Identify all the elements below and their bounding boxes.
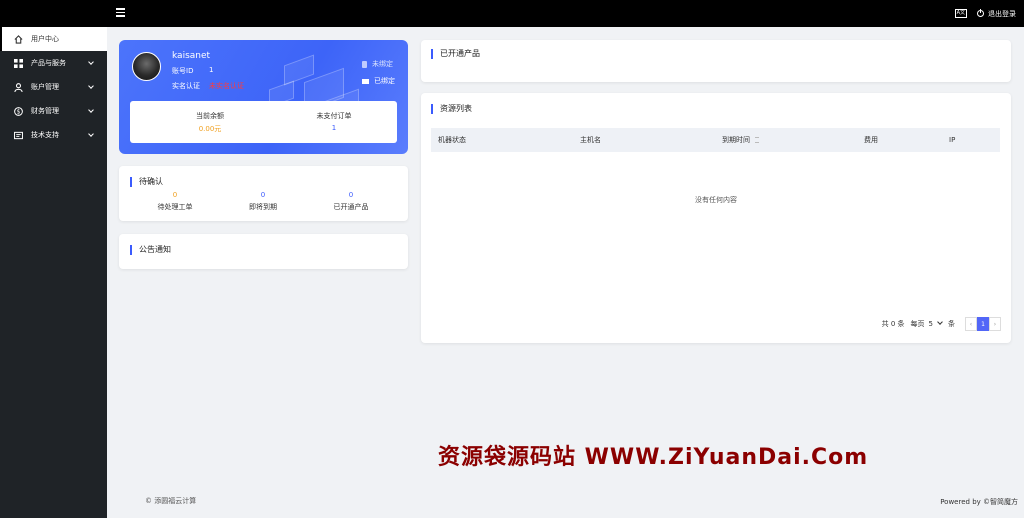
- sidebar-item-support[interactable]: 技术支持: [0, 123, 107, 147]
- todo-item-expiring[interactable]: 0 即将到期: [223, 191, 303, 212]
- grid-icon: [14, 58, 23, 68]
- resource-list-card: 资源列表 机器状态 主机名 到期时间 费用 IP 没有任何内容 共 0 条 每页…: [421, 93, 1011, 343]
- sidebar-item-label: 产品与服务: [31, 59, 66, 67]
- todo-title: 待确认: [130, 177, 163, 187]
- table-header: 机器状态 主机名 到期时间 费用 IP: [431, 128, 1000, 152]
- sidebar-item-label: 用户中心: [31, 35, 59, 43]
- phone-icon: [362, 60, 367, 68]
- sidebar-item-label: 财务管理: [31, 107, 59, 115]
- mail-icon: [362, 78, 369, 84]
- avatar[interactable]: [132, 52, 161, 81]
- column-header-fee: 费用: [864, 136, 878, 144]
- sidebar-item-finance[interactable]: $ 财务管理: [0, 99, 107, 123]
- chevron-down-icon[interactable]: [937, 319, 943, 325]
- current-page-button[interactable]: 1: [977, 317, 989, 331]
- todo-item-tickets[interactable]: 0 待处理工单: [135, 191, 215, 212]
- sidebar-item-account[interactable]: 账户管理: [0, 75, 107, 99]
- sidebar-item-label: 账户管理: [31, 83, 59, 91]
- account-id-label: 账号ID: [172, 67, 194, 75]
- sidebar-item-label: 技术支持: [31, 131, 59, 139]
- column-header-status: 机器状态: [438, 136, 466, 144]
- watermark: 资源袋源码站 WWW.ZiYuanDai.Com: [438, 445, 869, 470]
- email-bind-status[interactable]: 已绑定: [362, 76, 395, 86]
- sidebar-item-user-center[interactable]: 用户中心: [0, 27, 107, 51]
- chevron-down-icon: [88, 131, 94, 137]
- account-id-value: 1: [209, 66, 214, 74]
- column-header-expiry-label: 到期时间: [722, 136, 750, 144]
- notice-card: 公告通知: [119, 234, 408, 269]
- ticket-icon: [14, 131, 23, 139]
- per-page-unit: 条: [948, 320, 955, 328]
- balance-stat: 当前余额 0.00元: [160, 111, 260, 134]
- todo-value: 0: [172, 191, 178, 199]
- per-page-label: 每页: [910, 320, 925, 328]
- pagination: 共 0 条 每页 5 条 ‹ 1 ›: [882, 317, 1001, 331]
- todo-card: 待确认 0 待处理工单 0 即将到期 0 已开通产品: [119, 166, 408, 221]
- unpaid-value: 1: [331, 124, 337, 132]
- unpaid-stat[interactable]: 未支付订单 1: [284, 111, 384, 132]
- footer-powered-by[interactable]: Powered by ©智简魔方: [940, 497, 1018, 507]
- unpaid-label: 未支付订单: [316, 112, 352, 120]
- dollar-icon: $: [14, 106, 23, 116]
- footer-copyright: © 添圆福云计算: [145, 497, 197, 505]
- per-page-select[interactable]: 5: [929, 320, 933, 328]
- opened-products-title: 已开通产品: [431, 49, 480, 59]
- todo-value: 0: [260, 191, 266, 199]
- verify-status[interactable]: 未实名认证: [209, 81, 244, 91]
- phone-bind-status[interactable]: 未绑定: [362, 59, 393, 69]
- top-bar: A文 退出登录: [0, 0, 1024, 27]
- user-icon: [14, 82, 23, 92]
- balance-label: 当前余额: [196, 112, 224, 120]
- language-icon[interactable]: A文: [954, 9, 967, 18]
- power-icon[interactable]: [977, 9, 984, 17]
- column-header-expiry[interactable]: 到期时间: [722, 135, 759, 145]
- prev-page-button[interactable]: ‹: [965, 317, 977, 331]
- notice-title: 公告通知: [130, 245, 171, 255]
- empty-state-text: 没有任何内容: [695, 196, 737, 204]
- chevron-down-icon: [88, 107, 94, 113]
- username: kaisanet: [172, 51, 211, 61]
- home-icon: [14, 34, 23, 44]
- svg-text:$: $: [17, 109, 21, 115]
- column-header-hostname: 主机名: [580, 136, 601, 144]
- pagination-total: 共 0 条: [881, 320, 905, 328]
- column-header-ip: IP: [949, 136, 956, 144]
- profile-stats: 当前余额 0.00元 未支付订单 1: [130, 101, 397, 143]
- logout-link[interactable]: 退出登录: [988, 9, 1016, 19]
- menu-toggle-icon[interactable]: [116, 8, 125, 17]
- todo-value: 0: [348, 191, 354, 199]
- balance-value: 0.00元: [198, 125, 222, 133]
- todo-label: 已开通产品: [333, 203, 369, 211]
- todo-label: 待处理工单: [157, 203, 193, 211]
- sort-icon[interactable]: [755, 137, 759, 143]
- chevron-down-icon: [88, 59, 94, 65]
- top-right-actions: A文 退出登录: [954, 0, 1016, 27]
- profile-card: kaisanet 账号ID 1 实名认证 未实名认证 未绑定 已绑定 当前余额 …: [119, 40, 408, 154]
- opened-products-card: 已开通产品: [421, 40, 1011, 82]
- chevron-down-icon: [88, 83, 94, 89]
- next-page-button[interactable]: ›: [989, 317, 1001, 331]
- sidebar-item-products[interactable]: 产品与服务: [0, 51, 107, 75]
- resource-list-title: 资源列表: [431, 104, 472, 114]
- email-bind-label: 已绑定: [374, 77, 395, 85]
- verify-label: 实名认证: [172, 82, 200, 90]
- todo-label: 即将到期: [249, 203, 277, 211]
- phone-bind-label: 未绑定: [372, 60, 393, 68]
- sidebar: 用户中心 产品与服务 账户管理 $ 财务管理 技术支持: [0, 27, 107, 518]
- todo-item-products[interactable]: 0 已开通产品: [311, 191, 391, 212]
